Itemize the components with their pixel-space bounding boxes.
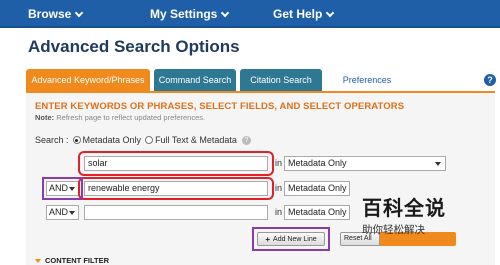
search-scope-row: Search : Metadata Only Full Text & Metad… xyxy=(35,135,251,145)
purple-highlight-box xyxy=(42,177,83,200)
field-select-value: Metadata Only xyxy=(288,183,347,193)
red-highlight-box xyxy=(78,151,274,176)
red-highlight-box xyxy=(78,177,274,200)
note-label: Note: xyxy=(35,113,55,122)
field-select-3[interactable]: Metadata Only xyxy=(284,205,350,220)
advanced-search-panel: ENTER KEYWORDS OR PHRASES, SELECT FIELDS… xyxy=(26,91,495,265)
field-select-2[interactable]: Metadata Only xyxy=(284,181,350,196)
chevron-down-icon xyxy=(326,8,335,17)
search-tabs: Advanced Keyword/Phrases Command Search … xyxy=(26,69,496,91)
nav-get-help[interactable]: Get Help xyxy=(273,7,335,21)
triangle-down-icon xyxy=(35,258,41,263)
radio-metadata-only[interactable] xyxy=(72,136,81,144)
search-scope-label: Search : xyxy=(35,135,69,145)
panel-note: Note: Refresh page to reflect updated pr… xyxy=(35,113,205,122)
field-select-value: Metadata Only xyxy=(288,158,347,168)
radio-full-text[interactable] xyxy=(145,136,154,144)
dropdown-arrow-icon xyxy=(69,211,75,215)
operator-select-3[interactable]: AND xyxy=(46,205,79,220)
help-icon[interactable]: ? xyxy=(484,74,496,86)
search-term-input-3[interactable] xyxy=(84,205,268,220)
nav-get-help-label: Get Help xyxy=(273,7,323,21)
chevron-down-icon xyxy=(221,8,230,17)
tab-advanced-keyword[interactable]: Advanced Keyword/Phrases xyxy=(26,69,150,91)
watermark-title: 百科全说 xyxy=(362,198,446,220)
content-filter-toggle[interactable]: CONTENT FILTER xyxy=(35,256,109,265)
in-label: in xyxy=(275,207,283,217)
add-new-line-button[interactable]: + Add New Line xyxy=(257,232,325,246)
nav-my-settings[interactable]: My Settings xyxy=(150,7,230,21)
panel-heading: ENTER KEYWORDS OR PHRASES, SELECT FIELDS… xyxy=(35,101,405,112)
nav-my-settings-label: My Settings xyxy=(150,7,218,21)
chevron-down-icon xyxy=(75,8,84,17)
in-label: in xyxy=(275,183,283,193)
nav-browse-label: Browse xyxy=(28,7,72,21)
watermark-logo: 百科全说 助你轻松解决 xyxy=(362,192,462,237)
in-label: in xyxy=(275,158,283,168)
tab-command-search[interactable]: Command Search xyxy=(154,69,236,91)
watermark-subtitle: 助你轻松解决 xyxy=(362,224,425,236)
operator-value: AND xyxy=(49,207,69,217)
tab-citation-search[interactable]: Citation Search xyxy=(240,69,322,91)
note-text: Refresh page to reflect updated preferen… xyxy=(56,113,206,122)
field-select-1[interactable]: Metadata Only xyxy=(284,156,446,171)
plus-icon: + xyxy=(265,234,271,244)
add-new-line-label: Add New Line xyxy=(273,235,317,243)
info-icon[interactable]: ? xyxy=(241,135,251,145)
content-filter-label: CONTENT FILTER xyxy=(45,256,110,265)
nav-browse[interactable]: Browse xyxy=(28,7,84,21)
dropdown-arrow-icon xyxy=(435,162,441,166)
top-nav-bar: Browse My Settings Get Help xyxy=(0,0,500,28)
tab-preferences[interactable]: Preferences xyxy=(326,69,408,91)
page-title: Advanced Search Options xyxy=(28,37,240,56)
field-select-value: Metadata Only xyxy=(288,207,347,217)
radio-full-text-label: Full Text & Metadata xyxy=(155,135,237,145)
radio-metadata-only-label: Metadata Only xyxy=(82,135,142,145)
